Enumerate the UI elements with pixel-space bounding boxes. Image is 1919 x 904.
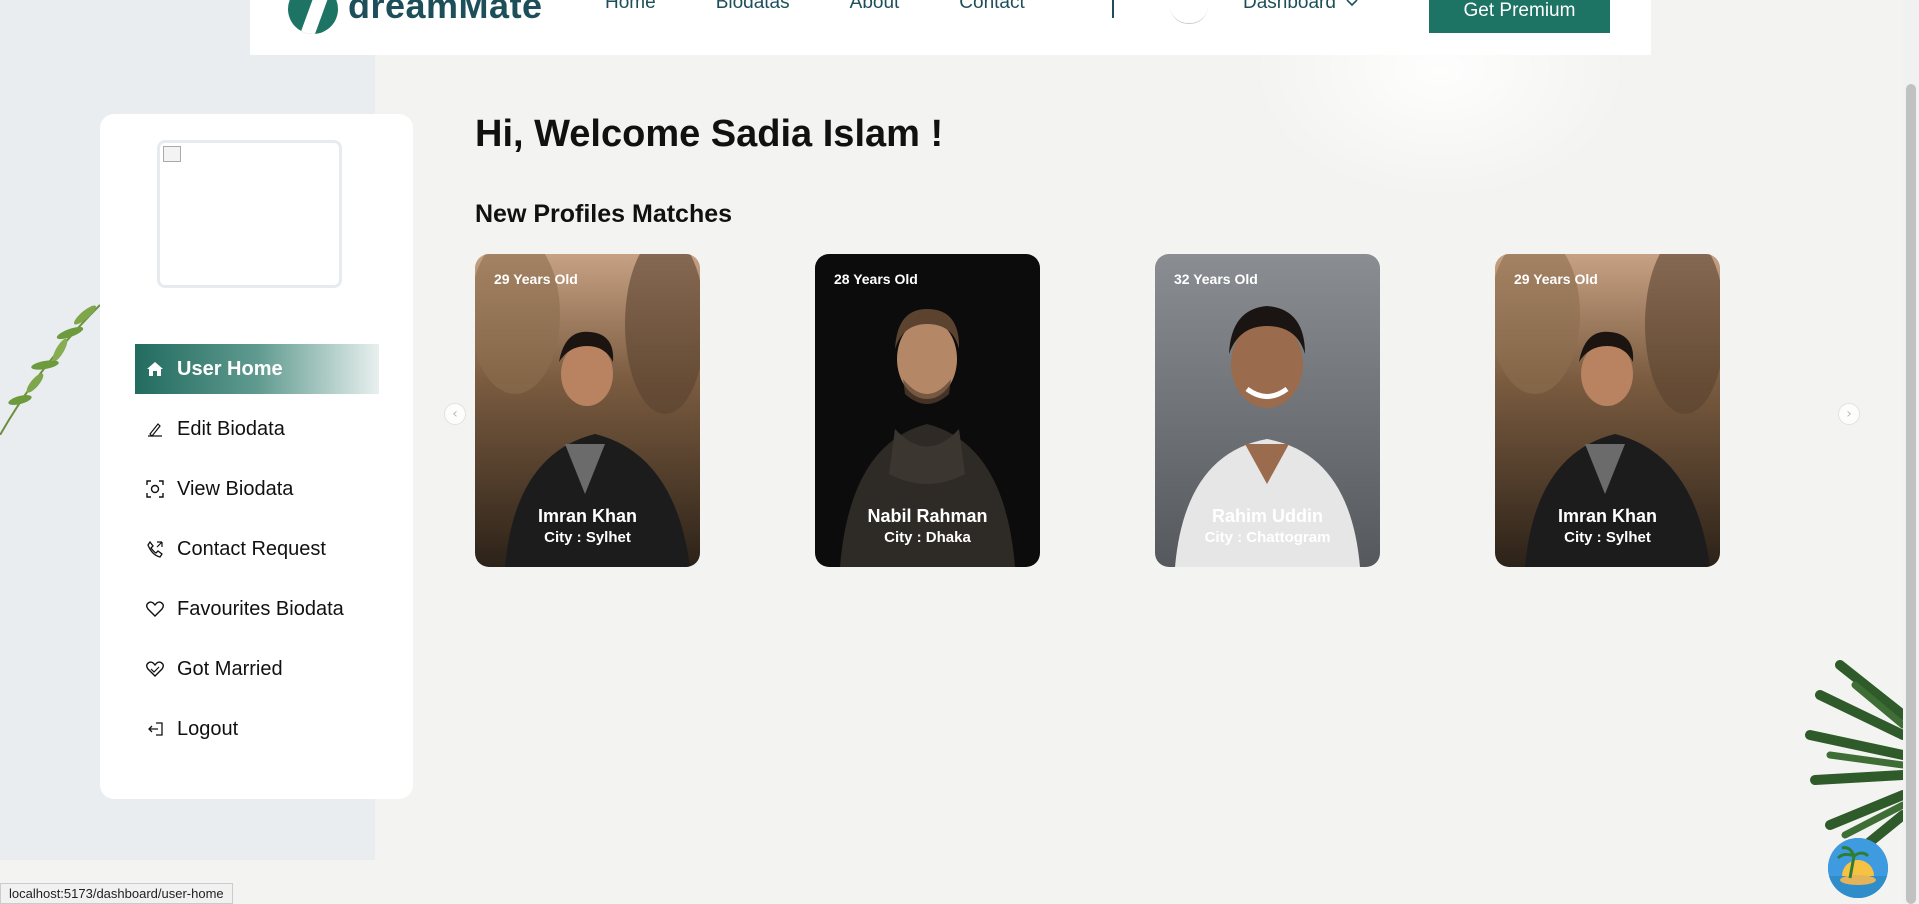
profile-card[interactable]: 28 Years Old Nabil Rahman City : Dhaka	[815, 254, 1040, 567]
pen-icon	[145, 419, 165, 439]
profile-city: City : Sylhet	[1564, 529, 1651, 546]
sidebar-item-label: Logout	[177, 717, 239, 740]
profile-age: 28 Years Old	[834, 271, 918, 287]
nav-link-about[interactable]: About	[850, 0, 900, 14]
chat-widget-button[interactable]	[1828, 838, 1888, 898]
profile-name: Rahim Uddin	[1212, 506, 1323, 526]
sidebar-menu: User Home Edit Biodata View Biodata Cont…	[135, 344, 379, 764]
profile-card[interactable]: 29 Years Old Imran Khan City : Sylhet	[1495, 254, 1720, 567]
brand-logo[interactable]: dreamMate	[288, 0, 543, 34]
profile-city: City : Dhaka	[884, 529, 971, 546]
view-icon	[145, 479, 165, 499]
page-scrollbar[interactable]	[1903, 0, 1919, 904]
profile-name: Imran Khan	[537, 506, 638, 526]
carousel-prev-button[interactable]: ‹	[444, 403, 466, 425]
sidebar-item-favourites-biodata[interactable]: Favourites Biodata	[135, 584, 379, 634]
welcome-heading: Hi, Welcome Sadia Islam !	[475, 113, 944, 155]
section-title: New Profiles Matches	[475, 200, 733, 228]
chevron-right-icon: ›	[1846, 406, 1852, 422]
profile-card[interactable]: 32 Years Old Rahim Uddin City : Chattogr…	[1155, 254, 1380, 567]
scrollbar-thumb[interactable]	[1906, 84, 1916, 904]
leaf-decoration-right	[1805, 660, 1903, 855]
logout-icon	[145, 719, 165, 739]
dashboard-label: Dashboard	[1243, 0, 1336, 13]
leaf-decoration-left	[0, 304, 100, 435]
sidebar-item-view-biodata[interactable]: View Biodata	[135, 464, 379, 514]
sidebar-item-contact-request[interactable]: Contact Request	[135, 524, 379, 574]
nav-link-contact[interactable]: Contact	[959, 0, 1024, 14]
sidebar-item-label: View Biodata	[177, 477, 294, 500]
nav-avatar[interactable]	[1170, 0, 1208, 24]
nav-link-home[interactable]: Home	[605, 0, 656, 14]
sidebar-item-label: Favourites Biodata	[177, 597, 344, 620]
sidebar-item-edit-biodata[interactable]: Edit Biodata	[135, 404, 379, 454]
profile-city: City : Chattogram	[1204, 529, 1331, 546]
browser-status-url: localhost:5173/dashboard/user-home	[0, 883, 233, 904]
phone-icon	[145, 539, 165, 559]
island-icon	[1828, 838, 1888, 898]
top-navbar: dreamMate Home Biodatas About Contact Da…	[250, 0, 1651, 55]
profile-name: Imran Khan	[1557, 506, 1658, 526]
heart-icon	[145, 599, 165, 619]
profile-age: 29 Years Old	[1514, 271, 1598, 287]
profile-image	[157, 140, 342, 288]
sidebar-item-label: Edit Biodata	[177, 417, 285, 440]
profile-age: 32 Years Old	[1174, 271, 1258, 287]
nav-link-biodatas[interactable]: Biodatas	[716, 0, 790, 14]
sidebar-item-logout[interactable]: Logout	[135, 704, 379, 754]
carousel-next-button[interactable]: ›	[1838, 403, 1860, 425]
nav-divider	[1112, 0, 1114, 18]
sidebar-item-user-home[interactable]: User Home	[135, 344, 379, 394]
chevron-left-icon: ‹	[452, 406, 458, 422]
sidebar-item-label: User Home	[177, 357, 283, 380]
profile-name: Nabil Rahman	[867, 506, 988, 526]
dashboard-dropdown[interactable]: Dashboard	[1243, 0, 1358, 14]
home-icon	[145, 359, 165, 379]
sidebar-item-label: Got Married	[177, 657, 283, 680]
sidebar-item-got-married[interactable]: Got Married	[135, 644, 379, 694]
profile-card[interactable]: 29 Years Old Imran Khan City : Sylhet	[475, 254, 700, 567]
nav-links: Home Biodatas About Contact	[605, 0, 1085, 14]
dashboard-sidebar: User Home Edit Biodata View Biodata Cont…	[100, 114, 413, 799]
sidebar-item-label: Contact Request	[177, 537, 326, 560]
profile-age: 29 Years Old	[494, 271, 578, 287]
profile-city: City : Sylhet	[544, 529, 631, 546]
get-premium-button[interactable]: Get Premium	[1429, 0, 1610, 33]
heart-hands-icon	[145, 659, 165, 679]
logo-text: dreamMate	[348, 0, 543, 26]
logo-icon	[288, 0, 338, 34]
broken-image-icon	[163, 146, 181, 162]
chevron-down-icon	[1346, 0, 1358, 7]
